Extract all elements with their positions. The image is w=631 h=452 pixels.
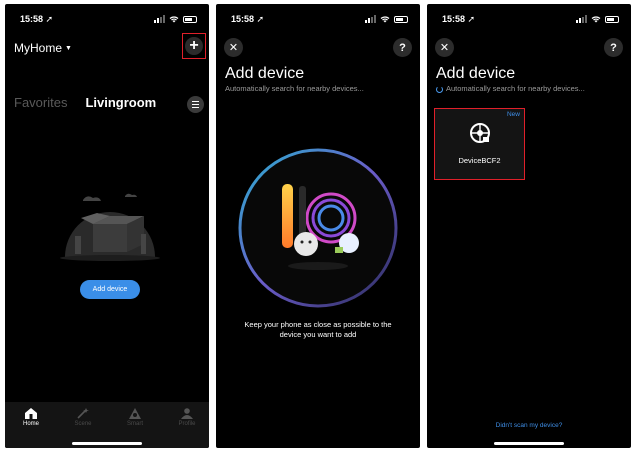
room-menu-icon[interactable] bbox=[187, 96, 204, 113]
empty-box-illustration bbox=[60, 193, 160, 261]
status-time: 15:58 ➚ bbox=[442, 14, 476, 24]
smart-triangle-icon bbox=[129, 408, 141, 419]
status-bar: 15:58 ➚ bbox=[5, 14, 209, 26]
device-name: DeviceBCF2 bbox=[458, 156, 501, 165]
wifi-icon bbox=[591, 16, 601, 23]
hint-line-2: device you want to add bbox=[279, 330, 357, 339]
page-title: Add device bbox=[225, 65, 305, 82]
home-screen: 15:58 ➚ MyHome ▼ + Favorites Livingroom A… bbox=[5, 4, 209, 448]
profile-icon bbox=[181, 408, 193, 419]
add-device-plus-button[interactable]: + bbox=[182, 33, 206, 59]
signal-icon bbox=[365, 15, 376, 23]
wifi-icon bbox=[380, 16, 390, 23]
add-device-button[interactable]: Add device bbox=[80, 280, 140, 299]
tab-favorites[interactable]: Favorites bbox=[14, 95, 67, 110]
page-subtitle-text: Automatically search for nearby devices.… bbox=[446, 84, 585, 93]
tabbar-scene[interactable]: Scene bbox=[63, 408, 103, 427]
question-icon: ? bbox=[399, 41, 406, 54]
bottom-tab-bar: Home Scene Smart Profile bbox=[5, 402, 209, 448]
page-subtitle: Automatically search for nearby devices.… bbox=[225, 84, 364, 93]
scene-wand-icon bbox=[77, 408, 89, 419]
signal-icon bbox=[576, 15, 587, 23]
tab-livingroom[interactable]: Livingroom bbox=[85, 95, 156, 110]
battery-icon bbox=[605, 15, 619, 23]
close-icon: ✕ bbox=[228, 42, 239, 54]
add-device-found-screen: 15:58 ➚ ✕ ? Add device Automatically sea… bbox=[427, 4, 631, 448]
home-selector[interactable]: MyHome ▼ bbox=[14, 41, 72, 55]
tabbar-scene-label: Scene bbox=[74, 421, 92, 427]
new-badge: New bbox=[506, 111, 520, 118]
battery-icon bbox=[394, 15, 408, 23]
status-time: 15:58 ➚ bbox=[20, 14, 54, 24]
status-bar: 15:58 ➚ bbox=[216, 14, 420, 26]
wifi-icon bbox=[169, 16, 179, 23]
tabbar-home-label: Home bbox=[22, 421, 39, 427]
plus-icon: + bbox=[185, 37, 203, 55]
status-bar: 15:58 ➚ bbox=[427, 14, 631, 26]
home-icon bbox=[25, 408, 37, 419]
room-tabs: Favorites Livingroom bbox=[14, 95, 156, 110]
close-icon: ✕ bbox=[439, 42, 450, 54]
close-button[interactable]: ✕ bbox=[224, 38, 243, 57]
tabbar-profile[interactable]: Profile bbox=[167, 408, 207, 427]
question-icon: ? bbox=[610, 41, 617, 54]
help-button[interactable]: ? bbox=[393, 38, 412, 57]
help-button[interactable]: ? bbox=[604, 38, 623, 57]
hint-line-1: Keep your phone as close as possible to … bbox=[244, 320, 392, 329]
page-title: Add device bbox=[436, 65, 516, 82]
signal-icon bbox=[154, 15, 165, 23]
tabbar-smart[interactable]: Smart bbox=[115, 408, 155, 427]
home-name: MyHome bbox=[14, 41, 63, 55]
robot-vacuum-icon bbox=[470, 123, 490, 143]
found-device-card[interactable]: New DeviceBCF2 bbox=[434, 108, 525, 180]
tabbar-home[interactable]: Home bbox=[11, 408, 51, 427]
proximity-hint: Keep your phone as close as possible to … bbox=[222, 320, 414, 340]
didnt-scan-link[interactable]: Didn't scan my device? bbox=[427, 422, 631, 429]
loading-spinner-icon bbox=[436, 85, 443, 93]
battery-icon bbox=[183, 15, 197, 23]
home-indicator bbox=[494, 442, 564, 445]
scanning-devices-illustration bbox=[238, 148, 398, 308]
status-time: 15:58 ➚ bbox=[231, 14, 265, 24]
tabbar-smart-label: Smart bbox=[126, 421, 143, 427]
home-indicator bbox=[72, 442, 142, 445]
add-device-scanning-screen: 15:58 ➚ ✕ ? Add device Automatically sea… bbox=[216, 4, 420, 448]
tabbar-profile-label: Profile bbox=[178, 421, 196, 427]
caret-down-icon: ▼ bbox=[65, 45, 72, 53]
page-subtitle: Automatically search for nearby devices.… bbox=[436, 84, 585, 93]
close-button[interactable]: ✕ bbox=[435, 38, 454, 57]
